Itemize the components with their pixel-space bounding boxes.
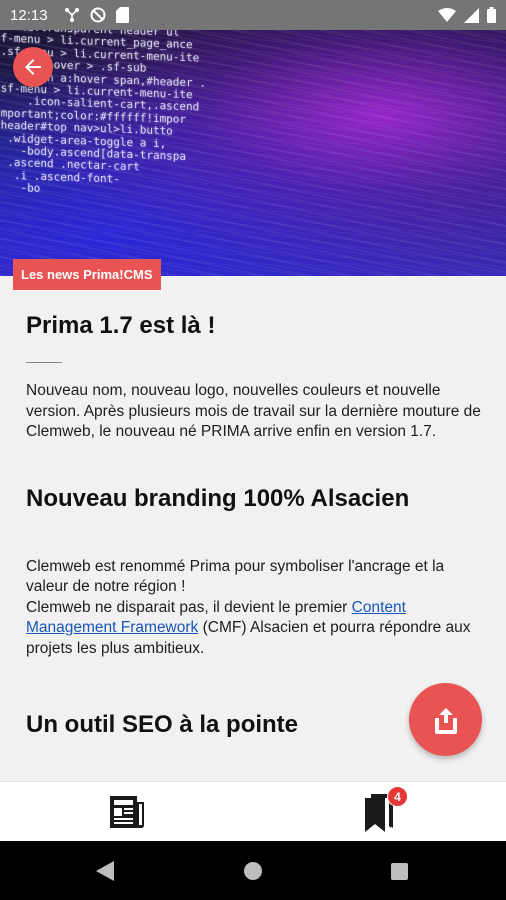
- system-home-icon[interactable]: [244, 862, 262, 880]
- section-text-2a: Clemweb ne disparait pas, il devient le …: [26, 598, 352, 616]
- category-tag[interactable]: Les news Prima!CMS: [13, 259, 161, 290]
- arrow-left-icon: [25, 59, 41, 75]
- wifi-icon: [438, 8, 456, 22]
- connected-icon: [64, 8, 79, 22]
- hero-overlay: [0, 30, 506, 276]
- hero-image: gul>li.transparent header ul sf-menu > l…: [0, 30, 506, 276]
- section-text-1: Clemweb est renommé Prima pour symbolise…: [26, 557, 445, 596]
- title-divider: [26, 362, 62, 363]
- sim-card-icon: [115, 7, 129, 23]
- back-button[interactable]: [13, 47, 53, 87]
- article-intro: Nouveau nom, nouveau logo, nouvelles cou…: [26, 382, 481, 440]
- status-time: 12:13: [10, 6, 48, 24]
- newspaper-icon: [110, 796, 144, 828]
- bookmarks-count-badge: 4: [387, 786, 408, 807]
- system-navigation-bar: [0, 841, 506, 900]
- share-icon: [434, 707, 457, 734]
- share-button[interactable]: [409, 683, 482, 756]
- article-title: Prima 1.7 est là !: [26, 312, 216, 339]
- system-recents-icon[interactable]: [391, 863, 408, 880]
- bottom-navigation: [0, 781, 506, 841]
- nav-news-tab[interactable]: [108, 794, 146, 830]
- section-heading-branding: Nouveau branding 100% Alsacien: [26, 484, 410, 512]
- battery-icon: [487, 7, 496, 23]
- data-saver-icon: [90, 7, 106, 23]
- section-paragraph: Clemweb est renommé Prima pour symbolise…: [26, 557, 484, 660]
- system-back-icon[interactable]: [96, 861, 114, 881]
- signal-icon: [464, 7, 479, 23]
- status-bar: 12:13: [0, 0, 506, 30]
